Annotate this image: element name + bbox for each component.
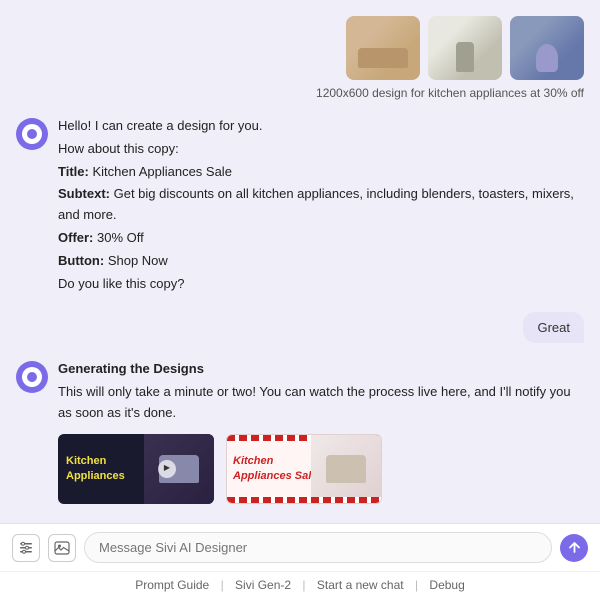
image-preview-row xyxy=(16,16,584,80)
bot-line-2: How about this copy: xyxy=(58,139,584,160)
chat-area: 1200x600 design for kitchen appliances a… xyxy=(0,0,600,523)
thumb-mixer xyxy=(510,16,584,80)
bot-message-1: Hello! I can create a design for you. Ho… xyxy=(16,116,584,296)
user-message-row: Great xyxy=(16,312,584,343)
bot-avatar-inner xyxy=(22,124,42,144)
dark-card-text: KitchenAppliances xyxy=(66,454,125,483)
bot-line-title: Title: Kitchen Appliances Sale xyxy=(58,162,584,183)
thumb-blender xyxy=(428,16,502,80)
footer-link-new-chat[interactable]: Start a new chat xyxy=(317,578,404,592)
generating-title: Generating the Designs xyxy=(58,359,584,380)
thumb-toaster xyxy=(346,16,420,80)
message-input[interactable] xyxy=(84,532,552,563)
bot-avatar xyxy=(16,118,48,150)
footer-link-sivi-gen2[interactable]: Sivi Gen-2 xyxy=(235,578,291,592)
footer-link-debug[interactable]: Debug xyxy=(429,578,464,592)
bot-line-1: Hello! I can create a design for you. xyxy=(58,116,584,137)
generating-text: Generating the Designs This will only ta… xyxy=(58,359,584,503)
footer-links: Prompt Guide | Sivi Gen-2 | Start a new … xyxy=(0,571,600,600)
settings-icon[interactable] xyxy=(12,534,40,562)
light-card-image xyxy=(311,435,381,503)
footer-link-prompt-guide[interactable]: Prompt Guide xyxy=(135,578,209,592)
design-card-light: KitchenAppliances Sale xyxy=(226,434,382,504)
bot-avatar-inner-2 xyxy=(22,367,42,387)
user-bubble: Great xyxy=(523,312,584,343)
bot-line-question: Do you like this copy? xyxy=(58,274,584,295)
bot-line-button: Button: Shop Now xyxy=(58,251,584,272)
design-card-dark: KitchenAppliances ▶ xyxy=(58,434,214,504)
input-bar xyxy=(0,523,600,571)
design-cards-row: KitchenAppliances ▶ KitchenAppliances Sa… xyxy=(58,434,584,504)
image-icon[interactable] xyxy=(48,534,76,562)
send-button[interactable] xyxy=(560,534,588,562)
light-card-text: KitchenAppliances Sale xyxy=(233,454,317,483)
bot-avatar-2 xyxy=(16,361,48,393)
bot-line-subtext: Subtext: Get big discounts on all kitche… xyxy=(58,184,584,226)
generating-section: Generating the Designs This will only ta… xyxy=(16,359,584,503)
play-button-dark[interactable]: ▶ xyxy=(158,460,176,478)
dark-card-image xyxy=(144,434,214,504)
bot-text-1: Hello! I can create a design for you. Ho… xyxy=(58,116,584,296)
generating-desc: This will only take a minute or two! You… xyxy=(58,382,584,424)
image-preview-label: 1200x600 design for kitchen appliances a… xyxy=(16,86,584,100)
bot-line-offer: Offer: 30% Off xyxy=(58,228,584,249)
